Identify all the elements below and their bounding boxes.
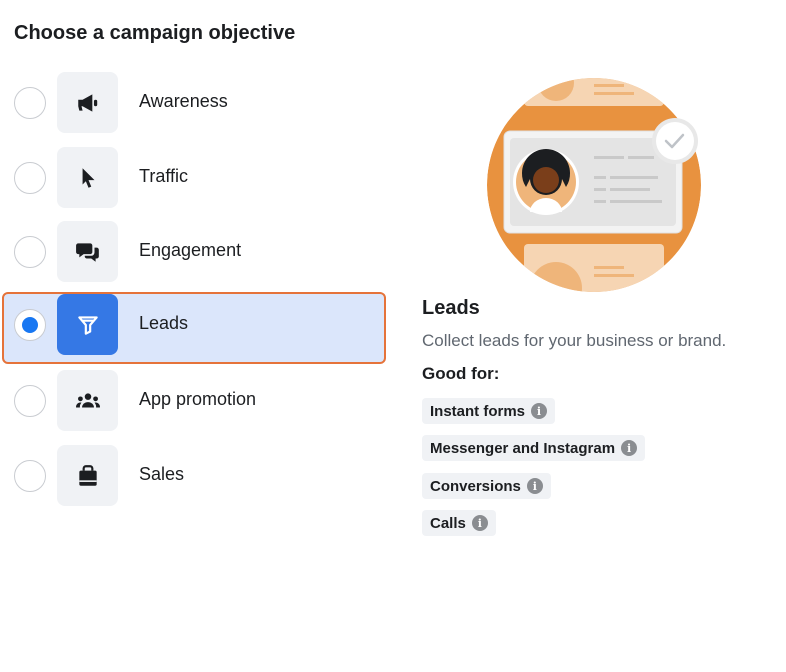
leads-illustration xyxy=(487,78,701,292)
detail-description: Collect leads for your business or brand… xyxy=(422,331,727,350)
chip-label: Instant forms xyxy=(430,402,526,420)
objective-option-app-promotion[interactable]: App promotion xyxy=(2,368,386,440)
info-icon[interactable]: i xyxy=(471,515,488,531)
objective-icon-tile xyxy=(57,147,118,208)
detail-title: Leads xyxy=(422,297,480,319)
good-for-chip: Messenger and Instagram i xyxy=(422,435,646,461)
radio-button[interactable] xyxy=(14,162,46,194)
objective-option-traffic[interactable]: Traffic xyxy=(2,145,386,217)
good-for-chip: Calls i xyxy=(422,510,496,536)
chip-label: Conversions xyxy=(430,477,521,495)
page-title: Choose a campaign objective xyxy=(14,22,296,44)
campaign-objective-page: Choose a campaign objective Awareness Tr… xyxy=(0,0,786,672)
objective-label: App promotion xyxy=(139,389,257,409)
people-icon xyxy=(75,392,100,407)
radio-button[interactable] xyxy=(14,309,46,341)
radio-button[interactable] xyxy=(14,460,46,492)
objective-label: Awareness xyxy=(139,91,228,111)
objective-icon-tile xyxy=(57,445,118,506)
objective-label: Sales xyxy=(139,464,185,484)
chip-label: Calls xyxy=(430,514,466,532)
radio-button[interactable] xyxy=(14,87,46,119)
objective-icon-tile xyxy=(57,294,118,355)
radio-dot xyxy=(22,317,38,333)
radio-button[interactable] xyxy=(14,385,46,417)
info-icon[interactable]: i xyxy=(531,403,548,419)
objective-icon-tile xyxy=(57,370,118,431)
radio-button[interactable] xyxy=(14,236,46,268)
chip-label: Messenger and Instagram xyxy=(430,439,616,457)
cursor-icon xyxy=(82,167,94,188)
objective-option-leads[interactable]: Leads xyxy=(2,292,386,364)
objective-option-sales[interactable]: Sales xyxy=(2,443,386,515)
chat-bubbles-icon xyxy=(75,242,99,262)
info-icon[interactable]: i xyxy=(526,478,543,494)
shopping-bag-icon xyxy=(78,464,97,486)
funnel-icon xyxy=(77,315,98,335)
good-for-chip: Conversions i xyxy=(422,473,551,499)
objective-icon-tile xyxy=(57,221,118,282)
objective-option-engagement[interactable]: Engagement xyxy=(2,219,386,291)
objective-option-awareness[interactable]: Awareness xyxy=(2,70,386,142)
good-for-label: Good for: xyxy=(422,364,500,383)
objective-label: Leads xyxy=(139,313,189,333)
good-for-chip: Instant forms i xyxy=(422,398,556,424)
megaphone-icon xyxy=(77,93,97,112)
objective-icon-tile xyxy=(57,72,118,133)
objective-label: Engagement xyxy=(139,240,242,260)
info-icon[interactable]: i xyxy=(621,440,638,456)
objective-label: Traffic xyxy=(139,166,189,186)
